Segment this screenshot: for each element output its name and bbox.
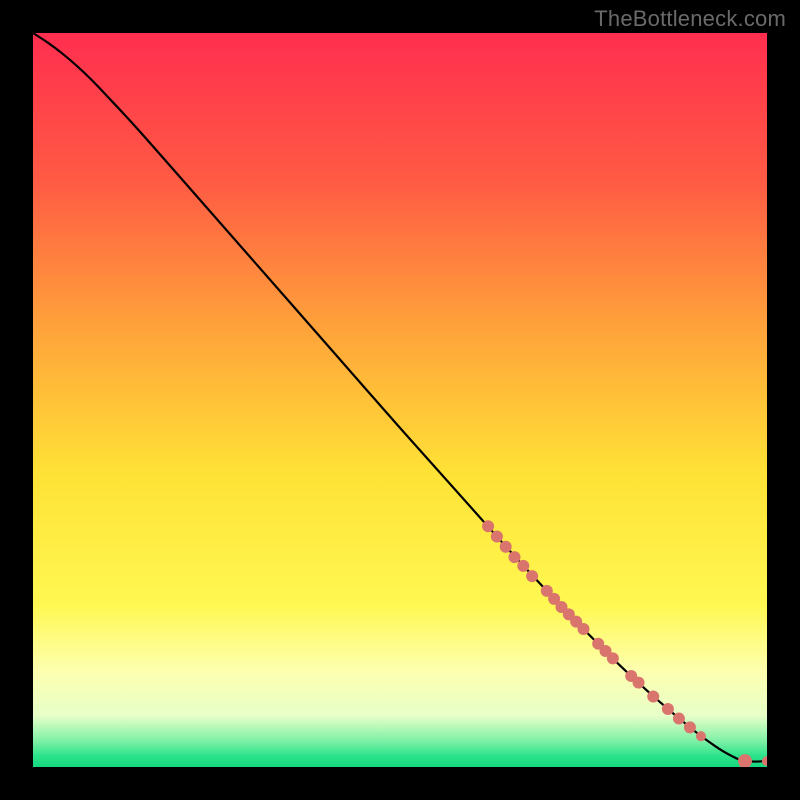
- data-point: [673, 713, 685, 725]
- chart-frame: TheBottleneck.com: [0, 0, 800, 800]
- gradient-background: [33, 33, 767, 767]
- data-point: [633, 677, 645, 689]
- data-point: [517, 560, 529, 572]
- data-point: [578, 623, 590, 635]
- data-point: [526, 570, 538, 582]
- data-point: [684, 721, 696, 733]
- watermark-text: TheBottleneck.com: [594, 6, 786, 32]
- plot-area: [33, 33, 767, 767]
- data-point: [509, 551, 521, 563]
- chart-svg: [33, 33, 767, 767]
- data-point: [491, 531, 503, 543]
- data-point: [607, 652, 619, 664]
- data-point: [696, 731, 706, 741]
- data-point: [662, 703, 674, 715]
- data-point: [500, 541, 512, 553]
- data-point: [647, 691, 659, 703]
- data-point: [482, 520, 494, 532]
